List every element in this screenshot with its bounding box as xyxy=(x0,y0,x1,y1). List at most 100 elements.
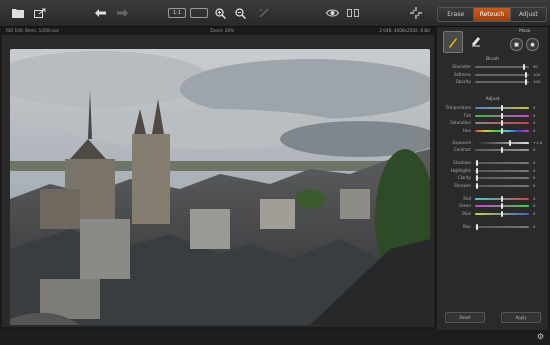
slider-shadows[interactable]: Shadows 0 xyxy=(439,160,546,166)
actual-size-label: 1:1 xyxy=(172,10,182,16)
preview-eye-icon[interactable] xyxy=(324,6,340,20)
slider-knob[interactable] xyxy=(476,223,479,230)
slider-label: Green xyxy=(458,203,471,208)
slider-label: Red xyxy=(463,195,471,201)
slider-value: 100 xyxy=(533,79,541,84)
slider-value: 0 xyxy=(533,127,536,133)
reset-button[interactable]: Reset xyxy=(445,312,485,323)
slider-value: 0 xyxy=(533,147,536,152)
slider-diameter[interactable]: Diameter 50 xyxy=(439,64,546,70)
slider-knob[interactable] xyxy=(501,210,503,217)
brush-icon[interactable] xyxy=(443,31,463,53)
slider-knob[interactable] xyxy=(476,182,479,189)
slider-knob[interactable] xyxy=(501,195,503,202)
slider-value: 0 xyxy=(533,160,536,165)
slider-label: Hue xyxy=(462,127,471,133)
fullscreen-icon[interactable] xyxy=(408,6,424,20)
apply-button[interactable]: Apply xyxy=(501,312,541,323)
slider-label: Shadows xyxy=(453,160,471,165)
tab-erase[interactable]: Erase xyxy=(438,8,475,21)
slider-hue[interactable]: Hue 0 xyxy=(439,127,546,134)
slider-knob[interactable] xyxy=(522,64,525,70)
slider-knob[interactable] xyxy=(501,120,503,126)
slider-contrast[interactable]: Contrast 0 xyxy=(439,147,546,153)
compare-icon[interactable] xyxy=(346,6,360,20)
mask-label: Mask xyxy=(519,29,531,34)
slider-knob[interactable] xyxy=(501,203,503,209)
slider-track[interactable] xyxy=(475,66,529,68)
slider-knob[interactable] xyxy=(476,160,479,166)
slider-track[interactable] xyxy=(475,73,529,76)
slider-label: Contrast xyxy=(453,147,471,152)
slider-track[interactable] xyxy=(475,81,529,83)
slider-knob[interactable] xyxy=(501,147,503,153)
photo-canvas[interactable] xyxy=(10,49,430,325)
redo-icon[interactable] xyxy=(114,6,130,20)
slider-clarity[interactable]: Clarity 0 xyxy=(439,175,546,181)
slider-knob[interactable] xyxy=(501,105,503,111)
slider-label: Saturation xyxy=(450,120,471,125)
status-bar: ISO 100, 8mm, 1/200 sec Zoom: 20% 2 048,… xyxy=(2,27,434,34)
eraser-icon[interactable] xyxy=(467,31,485,51)
slider-tint[interactable]: Tint 0 xyxy=(439,112,546,119)
open-folder-icon[interactable] xyxy=(10,6,26,20)
slider-label: Diameter xyxy=(452,64,471,69)
main-toolbar: 1:1 Erase Retouch Adjust xyxy=(0,0,550,27)
slider-knob[interactable] xyxy=(509,139,512,146)
slider-blur[interactable]: Blur 0 xyxy=(439,223,546,230)
image-info: 2 048, 4608x2592, 8 Bit xyxy=(379,28,430,33)
export-icon[interactable] xyxy=(32,6,48,20)
bottom-bar xyxy=(0,330,550,345)
slider-highlights[interactable]: Highlights 0 xyxy=(439,167,546,174)
slider-knob[interactable] xyxy=(476,167,479,174)
zoom-level: Zoom: 20% xyxy=(210,28,235,33)
zoom-out-icon[interactable] xyxy=(232,6,248,20)
undo-icon[interactable] xyxy=(92,6,108,20)
slider-temperature[interactable]: Temperature 0 xyxy=(439,105,546,111)
slider-softness[interactable]: Softness 100 xyxy=(439,71,546,78)
slider-blue[interactable]: Blue 0 xyxy=(439,210,546,217)
slider-value: 50 xyxy=(533,64,538,69)
slider-track[interactable] xyxy=(475,184,529,187)
brush-section-label: Brush xyxy=(486,57,499,62)
slider-track[interactable] xyxy=(475,141,529,144)
slider-knob[interactable] xyxy=(501,127,503,134)
slider-label: Clarity xyxy=(457,175,471,180)
straighten-icon[interactable] xyxy=(256,6,272,20)
slider-label: Highlights xyxy=(450,167,471,173)
slider-label: Softness xyxy=(453,71,471,77)
slider-track[interactable] xyxy=(475,177,529,179)
slider-sharpen[interactable]: Sharpen 0 xyxy=(439,182,546,189)
slider-label: Tint xyxy=(463,112,471,118)
slider-green[interactable]: Green 0 xyxy=(439,203,546,209)
fit-to-screen-icon[interactable] xyxy=(190,8,208,18)
mask-visibility-icon[interactable]: ● xyxy=(526,38,539,51)
slider-knob[interactable] xyxy=(501,112,503,119)
settings-gear-icon[interactable]: ⚙ xyxy=(536,332,545,341)
slider-track[interactable] xyxy=(475,225,529,228)
slider-label: Blur xyxy=(462,223,471,229)
mask-lock-icon[interactable]: ■ xyxy=(510,38,523,51)
slider-value: 100 xyxy=(533,71,541,77)
slider-value: 0 xyxy=(533,195,536,201)
slider-red[interactable]: Red 0 xyxy=(439,195,546,202)
slider-saturation[interactable]: Saturation 0 xyxy=(439,120,546,126)
tab-adjust[interactable]: Adjust xyxy=(510,8,546,21)
slider-knob[interactable] xyxy=(476,175,479,181)
slider-value: 0 xyxy=(533,175,536,180)
zoom-in-icon[interactable] xyxy=(212,6,228,20)
slider-value: 0 xyxy=(533,120,536,125)
slider-track[interactable] xyxy=(475,162,529,164)
slider-value: 0 xyxy=(533,203,536,208)
slider-value: 0 xyxy=(533,105,536,110)
tab-retouch[interactable]: Retouch xyxy=(474,8,511,21)
slider-label: Temperature xyxy=(445,105,471,110)
slider-label: Opacity xyxy=(455,79,471,84)
actual-size-icon[interactable]: 1:1 xyxy=(168,8,186,18)
slider-opacity[interactable]: Opacity 100 xyxy=(439,79,546,85)
slider-exposure[interactable]: Exposure +1.0 xyxy=(439,139,546,146)
slider-track[interactable] xyxy=(475,169,529,172)
slider-value: 0 xyxy=(533,182,536,188)
exif-info: ISO 100, 8mm, 1/200 sec xyxy=(6,28,60,33)
tool-row: Mask ■ ● xyxy=(437,29,548,53)
